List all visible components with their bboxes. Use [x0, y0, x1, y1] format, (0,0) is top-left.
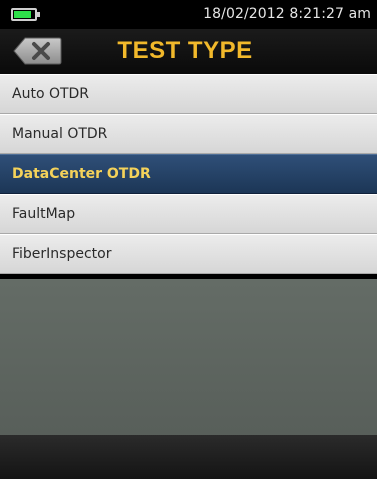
close-icon [13, 37, 62, 65]
menu-item-label: Auto OTDR [12, 86, 90, 102]
menu-item-manual-otdr[interactable]: Manual OTDR [0, 114, 377, 154]
menu-item-auto-otdr[interactable]: Auto OTDR [0, 74, 377, 114]
status-bar: 18/02/2012 8:21:27 am [0, 0, 377, 29]
menu-item-fiberinspector[interactable]: FiberInspector [0, 234, 377, 274]
battery-icon [11, 8, 37, 21]
menu-item-datacenter-otdr[interactable]: DataCenter OTDR [0, 154, 377, 194]
bottom-bar [0, 435, 377, 479]
back-button[interactable] [12, 36, 62, 66]
menu-item-faultmap[interactable]: FaultMap [0, 194, 377, 234]
datetime: 18/02/2012 8:21:27 am [203, 6, 371, 22]
menu-item-label: FiberInspector [12, 246, 112, 262]
test-type-menu: Auto OTDR Manual OTDR DataCenter OTDR Fa… [0, 74, 377, 274]
screen: 18/02/2012 8:21:27 am TEST TYPE Auto OTD… [0, 0, 377, 479]
empty-list-area [0, 279, 377, 435]
menu-item-label: DataCenter OTDR [12, 166, 151, 182]
battery-tip [37, 12, 40, 17]
menu-item-label: Manual OTDR [12, 126, 108, 142]
menu-item-label: FaultMap [12, 206, 76, 222]
page-title: TEST TYPE [117, 37, 253, 64]
battery-level [14, 11, 31, 18]
title-bar: TEST TYPE [0, 29, 377, 74]
